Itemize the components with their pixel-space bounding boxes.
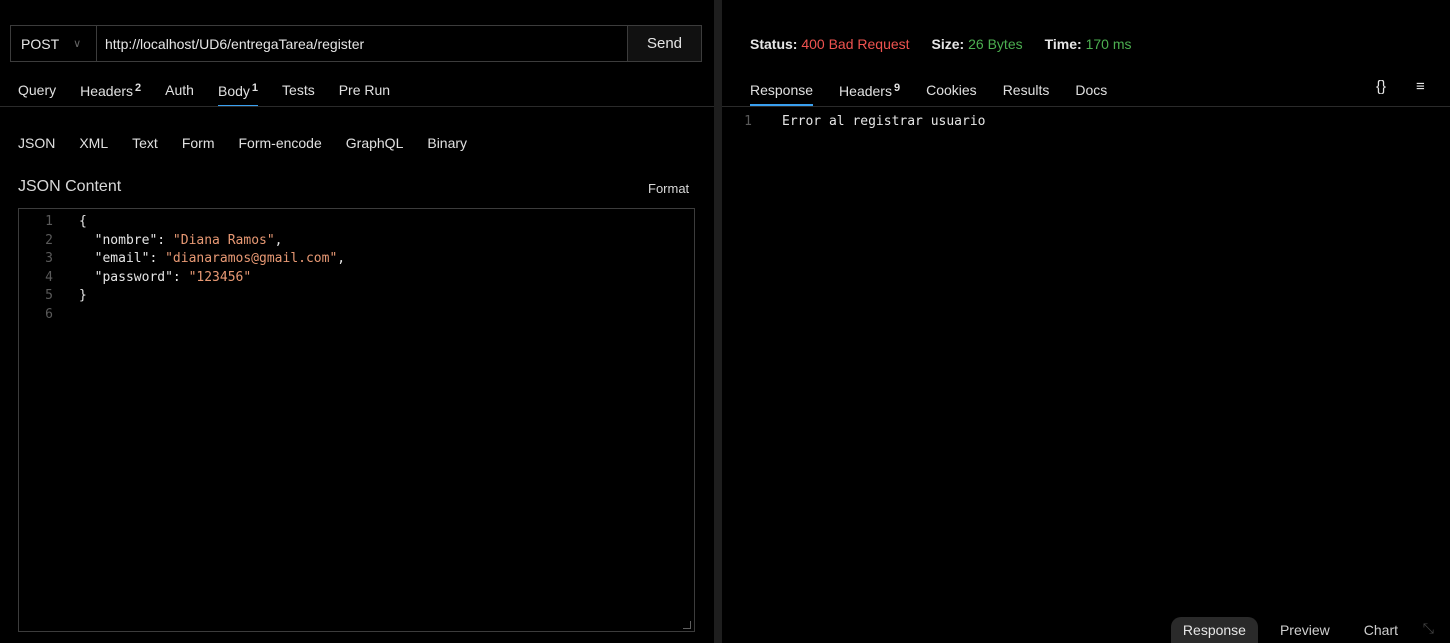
line-number: 2: [45, 232, 53, 248]
menu-icon[interactable]: ≡: [1416, 78, 1425, 95]
tab-pre-run[interactable]: Pre Run: [339, 82, 390, 98]
body-type-binary[interactable]: Binary: [427, 135, 467, 151]
tab-label: Body: [217, 82, 250, 99]
divider-line: [722, 106, 1450, 107]
response-body: 1 Error al registrar usuario: [722, 113, 1450, 132]
code-token: "nombre":: [79, 232, 173, 248]
url-input[interactable]: [97, 26, 627, 61]
tab-label: Docs: [1075, 82, 1108, 98]
code-line: 5}: [19, 287, 694, 306]
code-line: 3 "email": "dianaramos@gmail.com",: [19, 250, 694, 269]
body-type-xml[interactable]: XML: [79, 135, 108, 151]
line-number: 1: [744, 114, 752, 129]
line-number: 4: [45, 269, 53, 285]
divider-line: [0, 106, 714, 107]
response-text: Error al registrar usuario: [782, 114, 986, 129]
tab-label: Headers: [839, 82, 892, 99]
tab-label: Results: [1002, 82, 1050, 98]
code-text: {: [53, 213, 87, 232]
code-token: "password":: [79, 269, 189, 285]
resize-grip-icon[interactable]: [683, 621, 691, 629]
code-token: ,: [337, 251, 346, 266]
send-button[interactable]: Send: [627, 26, 701, 61]
status-value: 400 Bad Request: [801, 36, 910, 52]
code-text: }: [53, 287, 87, 306]
tab-badge: 9: [893, 81, 901, 94]
line-number: 5: [45, 288, 53, 303]
chevron-down-icon: ∨: [73, 38, 82, 50]
format-button[interactable]: Format: [648, 181, 689, 196]
method-select[interactable]: POST ∨: [11, 26, 97, 61]
code-line: 2 "nombre": "Diana Ramos",: [19, 232, 694, 251]
line-number: 6: [45, 306, 53, 322]
view-tab-chart[interactable]: Chart: [1352, 617, 1410, 643]
view-tab-response[interactable]: Response: [1170, 617, 1258, 643]
code-text: "nombre": "Diana Ramos",: [53, 232, 283, 251]
request-pane: POST ∨ Send QueryHeaders2AuthBody1TestsP…: [0, 0, 714, 643]
tab-badge: 2: [135, 81, 142, 94]
app-window: POST ∨ Send QueryHeaders2AuthBody1TestsP…: [0, 0, 1450, 643]
string-token: "123456": [188, 269, 252, 285]
body-type-graphql[interactable]: GraphQL: [346, 135, 404, 151]
response-status-bar: Status: 400 Bad Request Size: 26 Bytes T…: [750, 36, 1132, 52]
tab-label: Response: [750, 82, 814, 98]
code-text: "email": "dianaramos@gmail.com",: [53, 250, 345, 269]
response-tab-headers[interactable]: Headers 9: [839, 82, 900, 99]
response-pane: Status: 400 Bad Request Size: 26 Bytes T…: [722, 0, 1450, 643]
body-type-form-encode[interactable]: Form-encode: [239, 135, 322, 151]
tab-label: Auth: [165, 82, 194, 98]
view-tab-preview[interactable]: Preview: [1268, 617, 1342, 643]
request-tabs: Query Headers 2 Auth Body 1 Tests Pre Run: [18, 80, 414, 107]
status-info: Status: 400 Bad Request: [750, 36, 910, 52]
tab-label: Query: [18, 82, 57, 98]
tab-tests[interactable]: Tests: [282, 82, 315, 98]
tab-badge: 1: [251, 81, 259, 94]
tab-label: Cookies: [926, 82, 977, 98]
tab-query[interactable]: Query: [18, 82, 56, 98]
response-tab-docs[interactable]: Docs: [1075, 82, 1107, 98]
response-view-tabs: Response Preview Chart: [1161, 617, 1410, 643]
method-label: POST: [21, 35, 60, 52]
string-token: "Diana Ramos": [172, 232, 275, 248]
url-bar: POST ∨ Send: [10, 25, 702, 62]
code-line: 4 "password": "123456": [19, 269, 694, 288]
size-value: 26 Bytes: [968, 36, 1023, 52]
string-token: "dianaramos@gmail.com": [165, 251, 338, 266]
line-number: 1: [45, 214, 53, 229]
time-info: Time: 170 ms: [1044, 36, 1132, 52]
response-line: 1 Error al registrar usuario: [722, 113, 1450, 132]
section-title: JSON Content: [18, 178, 122, 195]
code-token: {: [79, 214, 87, 229]
tab-body[interactable]: Body 1: [217, 81, 259, 107]
line-number: 3: [45, 251, 53, 266]
code-text: "password": "123456": [53, 269, 252, 288]
response-tab-results[interactable]: Results: [1003, 82, 1050, 98]
response-tab-response[interactable]: Response: [750, 82, 814, 106]
braces-icon[interactable]: {}: [1376, 78, 1386, 95]
tab-label: Pre Run: [338, 82, 391, 98]
tab-label: Headers: [80, 82, 134, 99]
code-token: }: [79, 288, 87, 303]
code-line: 1{: [19, 213, 694, 232]
code-token: ,: [274, 232, 283, 248]
expand-icon[interactable]: ⤡: [1423, 620, 1434, 637]
tab-auth[interactable]: Auth: [165, 82, 194, 98]
response-tabs: Response Headers 9 Cookies Results Docs: [750, 80, 1133, 106]
pane-splitter[interactable]: [714, 0, 722, 643]
json-editor[interactable]: 1{2 "nombre": "Diana Ramos", 3 "email": "…: [18, 208, 695, 632]
body-type-json[interactable]: JSON: [18, 135, 55, 151]
body-type-tabs: JSON XML Text Form Form-encode GraphQL Binary: [18, 133, 491, 153]
code-token: "email":: [79, 251, 166, 266]
size-info: Size: 26 Bytes: [931, 36, 1023, 52]
tab-label: Tests: [282, 82, 315, 98]
body-type-text[interactable]: Text: [132, 135, 158, 151]
code-line: 6: [19, 306, 694, 325]
response-tab-cookies[interactable]: Cookies: [926, 82, 977, 98]
tab-headers[interactable]: Headers 2: [80, 82, 141, 99]
body-type-form[interactable]: Form: [182, 135, 215, 151]
time-value: 170 ms: [1085, 36, 1132, 52]
